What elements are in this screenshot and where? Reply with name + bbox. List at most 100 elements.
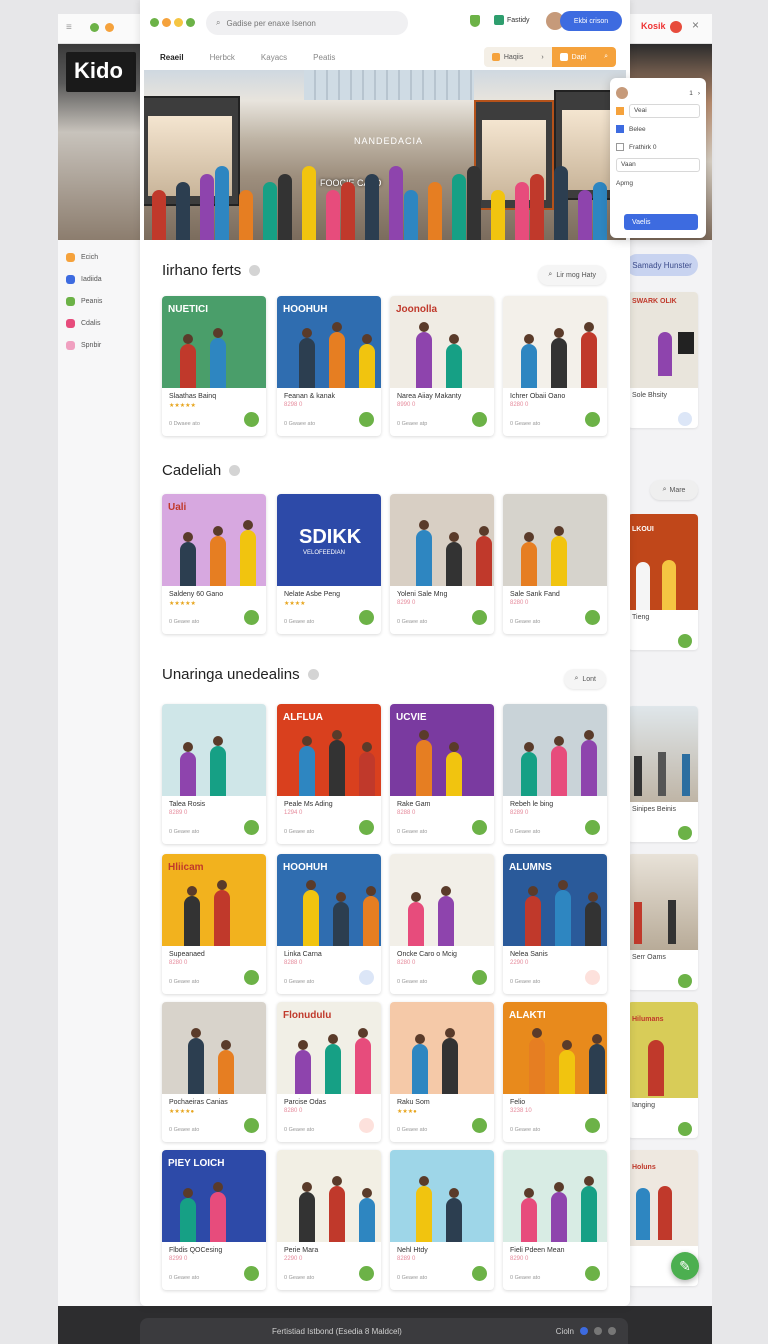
add-to-cart-icon[interactable] [359, 820, 374, 835]
left-nav-item[interactable]: Spnbir [58, 334, 140, 356]
product-card[interactable]: SDIKK VELOFEEDIAN Nelate Asbe Peng ★★★★ 0 Ge… [277, 494, 381, 634]
bg-pill-button[interactable]: Samady Hunster [626, 254, 698, 276]
popup-row[interactable]: Belee [616, 120, 700, 138]
account-button[interactable]: Ekbi crison [560, 11, 622, 31]
left-nav-item[interactable]: Iadiida [58, 268, 140, 290]
peek-card[interactable]: Serr Oams [628, 854, 698, 990]
shield-icon[interactable] [470, 15, 480, 27]
add-to-cart-icon[interactable] [359, 970, 374, 985]
product-card[interactable]: ALFLUA Peale Ms Ading 1294 0 0 Geaee ato [277, 704, 381, 844]
product-card[interactable]: Oncke Caro o Mcig 8280 0 0 Geaee ato [390, 854, 494, 994]
product-card[interactable]: NUETICI Slaathas Bainq ★★★★★ 0 Dwaee ato [162, 296, 266, 436]
status-icon[interactable] [580, 1327, 588, 1335]
product-card[interactable]: Uali Saldeny 60 Gano ★★★★★ 0 Geaee ato [162, 494, 266, 634]
product-card[interactable]: Hliicam Supeanaed 8280 0 0 Geaee ato [162, 854, 266, 994]
left-nav-item[interactable]: Ecich [58, 246, 140, 268]
product-card[interactable]: ALUMNS Nelea Sanis 2290 0 0 Geaee ato [503, 854, 607, 994]
product-card[interactable]: Fieli Pdeen Mean 8290 0 0 Geaee ato [503, 1150, 607, 1290]
add-to-cart-icon[interactable] [359, 610, 374, 625]
menu-icon[interactable]: ≡ [66, 22, 72, 33]
peek-card[interactable]: SWARK OLIK Sole Bhsity [628, 292, 698, 428]
add-to-cart-icon[interactable] [244, 1266, 259, 1281]
card-image [503, 494, 607, 586]
left-nav-item[interactable]: Peanis [58, 290, 140, 312]
tab-herbck[interactable]: Herbck [210, 53, 235, 62]
section-action-button[interactable]: ⌕ Lont [564, 669, 606, 689]
add-to-cart-icon[interactable] [359, 1118, 374, 1133]
product-card[interactable]: Rebeh le bing 8289 0 0 Geaee ato [503, 704, 607, 844]
product-card[interactable]: Sale Sank Fand 8280 0 0 Geaee ato [503, 494, 607, 634]
search-bar[interactable]: ⌕ [206, 11, 408, 35]
add-to-cart-icon[interactable] [359, 412, 374, 427]
tab-peatis[interactable]: Peatis [313, 53, 335, 62]
card-image [162, 1002, 266, 1094]
tab-kayacs[interactable]: Kayacs [261, 53, 287, 62]
add-to-cart-icon[interactable] [244, 610, 259, 625]
card-image [390, 1002, 494, 1094]
card-title: Feanan & kanak [284, 393, 335, 400]
info-icon[interactable] [229, 465, 241, 476]
add-to-cart-icon[interactable] [472, 412, 487, 427]
chevron-right-icon[interactable]: › [698, 90, 700, 97]
filter-button[interactable]: Haqiis › [483, 47, 552, 67]
section-action-button[interactable]: ⌕ Lir mog Haty [538, 265, 606, 285]
popup-row[interactable]: Apmg [616, 174, 700, 192]
shopper-figure [554, 166, 568, 240]
card-footer: 0 Geaee ato [390, 1266, 494, 1289]
product-card[interactable]: Pochaeiras Canias ★★★★● 0 Geaee ato [162, 1002, 266, 1142]
add-to-cart-icon[interactable] [359, 1266, 374, 1281]
left-nav-item[interactable]: Cdalis [58, 312, 140, 334]
sort-button[interactable]: Dapi ⌕ [551, 47, 616, 67]
add-to-cart-icon[interactable] [244, 820, 259, 835]
tab-reaeil[interactable]: Reaeil [160, 53, 184, 62]
peek-card[interactable]: Sinipes Beinis [628, 706, 698, 842]
window-dot-icon[interactable] [186, 17, 195, 27]
product-card[interactable]: HOOHUH Feanan & kanak 8298 0 0 Gwaee ato [277, 296, 381, 436]
popup-row[interactable]: Veai [616, 102, 700, 120]
product-card[interactable]: Yoleni Sale Mng 8299 0 0 Geaee ato [390, 494, 494, 634]
window-dot-icon[interactable] [150, 17, 159, 27]
popup-apply-button[interactable]: Vaelis [624, 214, 698, 230]
add-to-cart-icon[interactable] [472, 1266, 487, 1281]
notification-icon[interactable] [670, 21, 682, 33]
add-to-cart-icon[interactable] [472, 820, 487, 835]
close-icon[interactable]: × [692, 18, 699, 32]
add-to-cart-icon[interactable] [585, 1118, 600, 1133]
product-card[interactable]: Nehl Htdy 8289 0 0 Geaee ato [390, 1150, 494, 1290]
product-card[interactable]: UCVIE Rake Gam 8288 0 0 Geaee ato [390, 704, 494, 844]
card-rating: 8298 0 [284, 402, 303, 408]
window-dot-icon[interactable] [162, 17, 171, 27]
add-to-cart-icon[interactable] [472, 970, 487, 985]
add-to-cart-icon[interactable] [585, 820, 600, 835]
product-card[interactable]: Ichrer Obaii Oano 8280 0 0 Geaee ato [503, 296, 607, 436]
add-to-cart-icon[interactable] [585, 610, 600, 625]
product-card[interactable]: PIEY LOICH Flbdis QOCesing 8299 0 0 Geaee a… [162, 1150, 266, 1290]
edit-fab-button[interactable]: ✎ [671, 1252, 699, 1280]
popup-row[interactable]: Vaan [616, 156, 700, 174]
add-to-cart-icon[interactable] [585, 412, 600, 427]
product-card[interactable]: Joonolla Narea Aiiay Makanty 8990 0 0 Geaee… [390, 296, 494, 436]
info-icon[interactable] [249, 265, 261, 276]
product-card[interactable]: ALAKTI Felio 3238 10 0 Geaee ato [503, 1002, 607, 1142]
add-to-cart-icon[interactable] [244, 412, 259, 427]
help-icon[interactable] [608, 1327, 616, 1335]
product-card[interactable]: Talea Rosis 8289 0 0 Geaee ato [162, 704, 266, 844]
info-icon[interactable] [307, 669, 319, 680]
search-input[interactable] [226, 18, 387, 28]
window-dot-icon[interactable] [174, 17, 183, 27]
peek-card[interactable]: Hilumans Ianging [628, 1002, 698, 1138]
product-card[interactable]: HOOHUH Linka Carna 8288 0 0 Geaee ato [277, 854, 381, 994]
product-card[interactable]: Raku Som ★★★● 0 Geaee ato [390, 1002, 494, 1142]
add-to-cart-icon[interactable] [244, 1118, 259, 1133]
settings-icon[interactable] [594, 1327, 602, 1335]
product-card[interactable]: Flonudulu Parcise Odas 8280 0 0 Geaee ato [277, 1002, 381, 1142]
add-to-cart-icon[interactable] [244, 970, 259, 985]
add-to-cart-icon[interactable] [472, 1118, 487, 1133]
product-card[interactable]: Perie Mara 2290 0 0 Geaee ato [277, 1150, 381, 1290]
add-to-cart-icon[interactable] [585, 970, 600, 985]
bg-more-button[interactable]: ⌕ Mare [650, 480, 698, 500]
popup-row[interactable]: Frathirk 0 [616, 138, 700, 156]
add-to-cart-icon[interactable] [585, 1266, 600, 1281]
add-to-cart-icon[interactable] [472, 610, 487, 625]
peek-card[interactable]: LKOUI Tieng [628, 514, 698, 650]
